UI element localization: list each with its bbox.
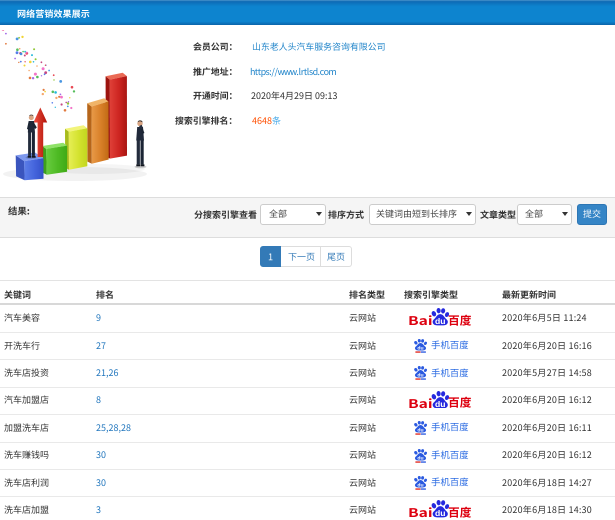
svg-text:du: du [417, 373, 423, 379]
svg-text:du: du [417, 346, 423, 352]
svg-text:du: du [434, 399, 445, 409]
svg-text:du: du [417, 455, 423, 461]
svg-text:du: du [434, 508, 445, 518]
svg-text:du: du [434, 316, 445, 326]
svg-text:du: du [417, 483, 423, 489]
svg-text:du: du [417, 428, 423, 434]
